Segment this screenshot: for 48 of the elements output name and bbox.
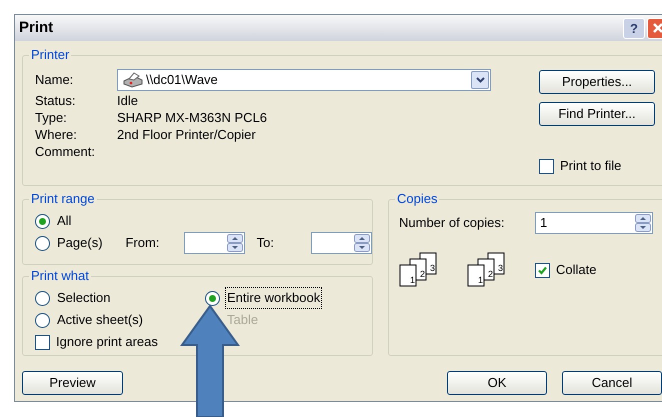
- radio-button[interactable]: [35, 312, 50, 328]
- radio-label: Active sheet(s): [56, 311, 144, 330]
- chevron-down-icon: [476, 77, 484, 83]
- radio-button[interactable]: [35, 290, 50, 306]
- field-label: Name:: [35, 71, 74, 90]
- group-legend: Copies: [395, 191, 440, 207]
- number-field[interactable]: [184, 232, 245, 254]
- printer-icon: [122, 72, 144, 88]
- dialog-button[interactable]: Cancel: [562, 371, 662, 395]
- field-label: Number of copies:: [399, 214, 506, 232]
- radio-label: Table: [226, 311, 260, 330]
- printer-dropdown[interactable]: \\dc01\Wave: [117, 69, 491, 91]
- radio-label: Page(s): [56, 234, 104, 252]
- radio-button[interactable]: [205, 290, 220, 306]
- radio-label: All: [56, 212, 72, 230]
- printer-name: \\dc01\Wave: [146, 71, 218, 90]
- field-label: To:: [256, 234, 275, 252]
- checkbox-label: Ignore print areas: [56, 333, 158, 352]
- dialog-button[interactable]: OK: [447, 371, 547, 395]
- checkbox[interactable]: [35, 334, 50, 350]
- radio-label: Entire workbook: [225, 287, 322, 309]
- checkbox-label: Collate: [556, 261, 596, 280]
- dialog-button[interactable]: Properties...: [539, 70, 655, 94]
- dialog-button[interactable]: Preview: [22, 371, 123, 395]
- spinner-icon[interactable]: [354, 234, 370, 252]
- radio-button[interactable]: [35, 214, 50, 228]
- window-title: Print: [19, 18, 54, 38]
- field-value: Idle: [117, 92, 138, 110]
- field-label: Where:: [35, 126, 78, 144]
- checkbox[interactable]: [535, 262, 550, 278]
- dialog-button[interactable]: Find Printer...: [539, 102, 655, 126]
- checkbox[interactable]: [539, 158, 554, 174]
- close-icon: [652, 22, 662, 34]
- field-label: Type:: [35, 108, 68, 127]
- group-legend: Print range: [29, 191, 97, 207]
- field-label: From:: [125, 234, 160, 252]
- field-value: SHARP MX-M363N PCL6: [117, 108, 268, 127]
- field-value: 2nd Floor Printer/Copier: [117, 126, 256, 144]
- number-field[interactable]: 1: [535, 212, 653, 234]
- number-field[interactable]: [311, 232, 372, 254]
- field-label: Comment:: [35, 142, 96, 161]
- radio-label: Selection: [56, 289, 112, 308]
- spinner-icon[interactable]: [635, 214, 651, 232]
- radio-button[interactable]: [35, 236, 50, 250]
- spinner-icon[interactable]: [226, 234, 243, 252]
- field-label: Status:: [35, 92, 76, 110]
- help-button[interactable]: ?: [623, 18, 645, 38]
- checkbox-label: Print to file: [560, 157, 622, 176]
